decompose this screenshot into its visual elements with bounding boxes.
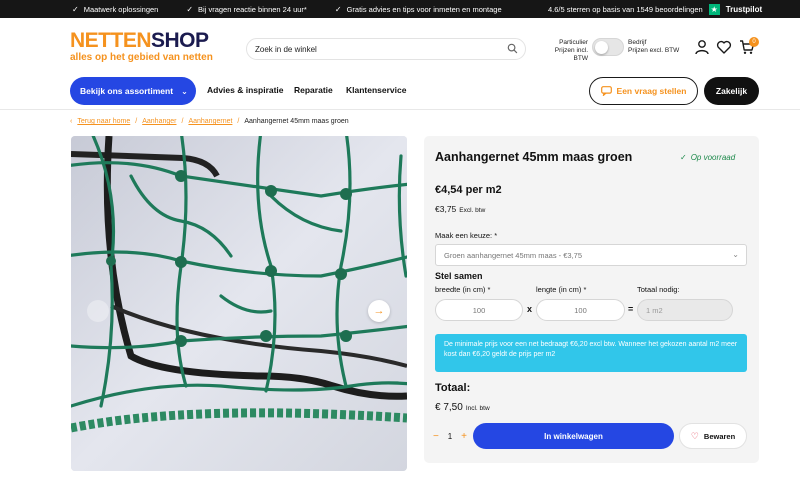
price-excl: €3,75 Excl. btw [435,204,485,214]
chevron-down-icon: ⌄ [181,86,188,96]
min-price-notice: De minimale prijs voor een net bedraagt … [435,334,747,372]
save-label: Bewaren [703,431,736,441]
product-panel: Aanhangernet 45mm maas groen ✓ Op voorra… [424,136,759,463]
search-bar [246,38,526,60]
chevron-down-icon: ⌄ [732,250,739,259]
equals-sign: = [628,304,634,314]
logo-tagline: alles op het gebied van netten [70,52,213,63]
logo-part2: SHOP [151,29,209,52]
breadcrumb-separator: / [181,118,184,125]
gallery-next-button[interactable]: → [368,300,390,322]
heart-icon: ♡ [690,430,699,441]
arrow-right-icon: → [373,305,385,317]
total-heading: Totaal: [435,382,471,394]
breadcrumb-separator: / [135,118,138,125]
business-button[interactable]: Zakelijk [704,77,759,105]
length-label: lengte (in cm) * [536,285,587,294]
search-icon[interactable] [507,43,518,54]
chat-icon [600,86,612,96]
toggle-knob [595,41,608,54]
qty-minus-button[interactable]: − [433,431,439,442]
width-input[interactable]: 100 [435,299,523,321]
breadcrumb-link[interactable]: Aanhangernet [188,118,232,125]
variant-select-value: Groen aanhangernet 45mm maas - €3,75 [444,250,582,260]
trustpilot-rating[interactable]: 4.6/5 sterren op basis van 1549 beoordel… [548,0,762,18]
product-title: Aanhangernet 45mm maas groen [435,150,633,164]
check-icon: ✓ [334,4,342,14]
vat-private-label: Particulier Prijzen incl. BTW [554,39,588,62]
usp-label: Maatwerk oplossingen [83,4,159,14]
price-unit: per m2 [465,184,502,196]
total-needed-field: 1 m2 [637,299,733,321]
trustpilot-star-icon: ★ [708,3,720,15]
usp-item: ✓ Maatwerk oplossingen [72,5,158,14]
usp-item: ✓ Gratis advies en tips voor inmeten en … [335,5,502,14]
rating-text: 4.6/5 sterren op basis van 1549 beoordel… [548,4,703,14]
chevron-left-icon: ‹ [70,118,73,125]
nav-link-klantenservice[interactable]: Klantenservice [346,85,406,95]
trustpilot-label: Trustpilot [725,4,763,14]
vat-toggle[interactable] [592,38,624,56]
breadcrumb-current: Aanhangernet 45mm maas groen [244,118,349,125]
total-price: € 7,50 Incl. btw [435,402,490,413]
qty-value[interactable]: 1 [448,432,452,441]
ask-question-button[interactable]: Een vraag stellen [589,77,698,105]
stock-status: ✓ Op voorraad [680,153,735,162]
user-icon[interactable] [694,39,710,55]
price-excl-note: Excl. btw [459,207,486,214]
nav-link-reparatie[interactable]: Reparatie [294,85,333,95]
total-price-note: Incl. btw [465,405,490,412]
check-icon: ✓ [72,4,79,14]
length-input[interactable]: 100 [536,299,625,321]
quantity-stepper: − 1 + [428,425,472,447]
net-photo [71,136,407,471]
ask-question-label: Een vraag stellen [616,86,687,96]
breadcrumb: ‹ Terug naar home / Aanhanger / Aanhange… [70,118,349,125]
usp-item: ✓ Bij vragen reactie binnen 24 uur* [186,5,307,14]
gallery-prev-button[interactable] [87,300,109,322]
price-incl-value: €4,54 [435,184,463,196]
heart-icon[interactable] [716,39,732,55]
price-excl-value: €3,75 [435,204,457,214]
qty-plus-button[interactable]: + [461,431,467,442]
vat-business-label: Bedrijf Prijzen excl. BTW [628,39,680,54]
compose-heading: Stel samen [435,271,483,281]
save-button[interactable]: ♡ Bewaren [679,423,747,449]
usp-label: Bij vragen reactie binnen 24 uur* [198,4,307,14]
stock-label: Op voorraad [690,153,736,162]
top-usp-bar: ✓ Maatwerk oplossingen ✓ Bij vragen reac… [0,0,800,18]
product-image[interactable] [71,136,407,471]
cart-count-badge: 0 [749,37,759,47]
choice-label: Maak een keuze: * [435,231,498,240]
total-price-value: € 7,50 [435,402,463,413]
nav-link-advies[interactable]: Advies & inspiratie [207,85,284,95]
logo-part1: NETTEN [70,29,152,52]
breadcrumb-home-link[interactable]: Terug naar home [77,118,130,125]
assortment-label: Bekijk ons assortiment [80,86,174,96]
check-icon: ✓ [680,153,687,162]
check-icon: ✓ [186,4,194,14]
times-sign: x [527,304,533,314]
variant-select[interactable]: Groen aanhangernet 45mm maas - €3,75 ⌄ [435,244,747,266]
total-needed-label: Totaal nodig: [637,285,680,294]
usp-label: Gratis advies en tips voor inmeten en mo… [346,4,502,14]
assortment-button[interactable]: Bekijk ons assortiment ⌄ [70,77,196,105]
width-label: breedte (in cm) * [435,285,491,294]
search-input[interactable] [247,39,497,60]
add-to-cart-button[interactable]: In winkelwagen [473,423,674,449]
logo[interactable]: NETTENSHOP alles op het gebied van nette… [70,30,213,64]
breadcrumb-link[interactable]: Aanhanger [142,118,176,125]
breadcrumb-separator: / [237,118,240,125]
price-incl: €4,54 per m2 [435,184,502,196]
